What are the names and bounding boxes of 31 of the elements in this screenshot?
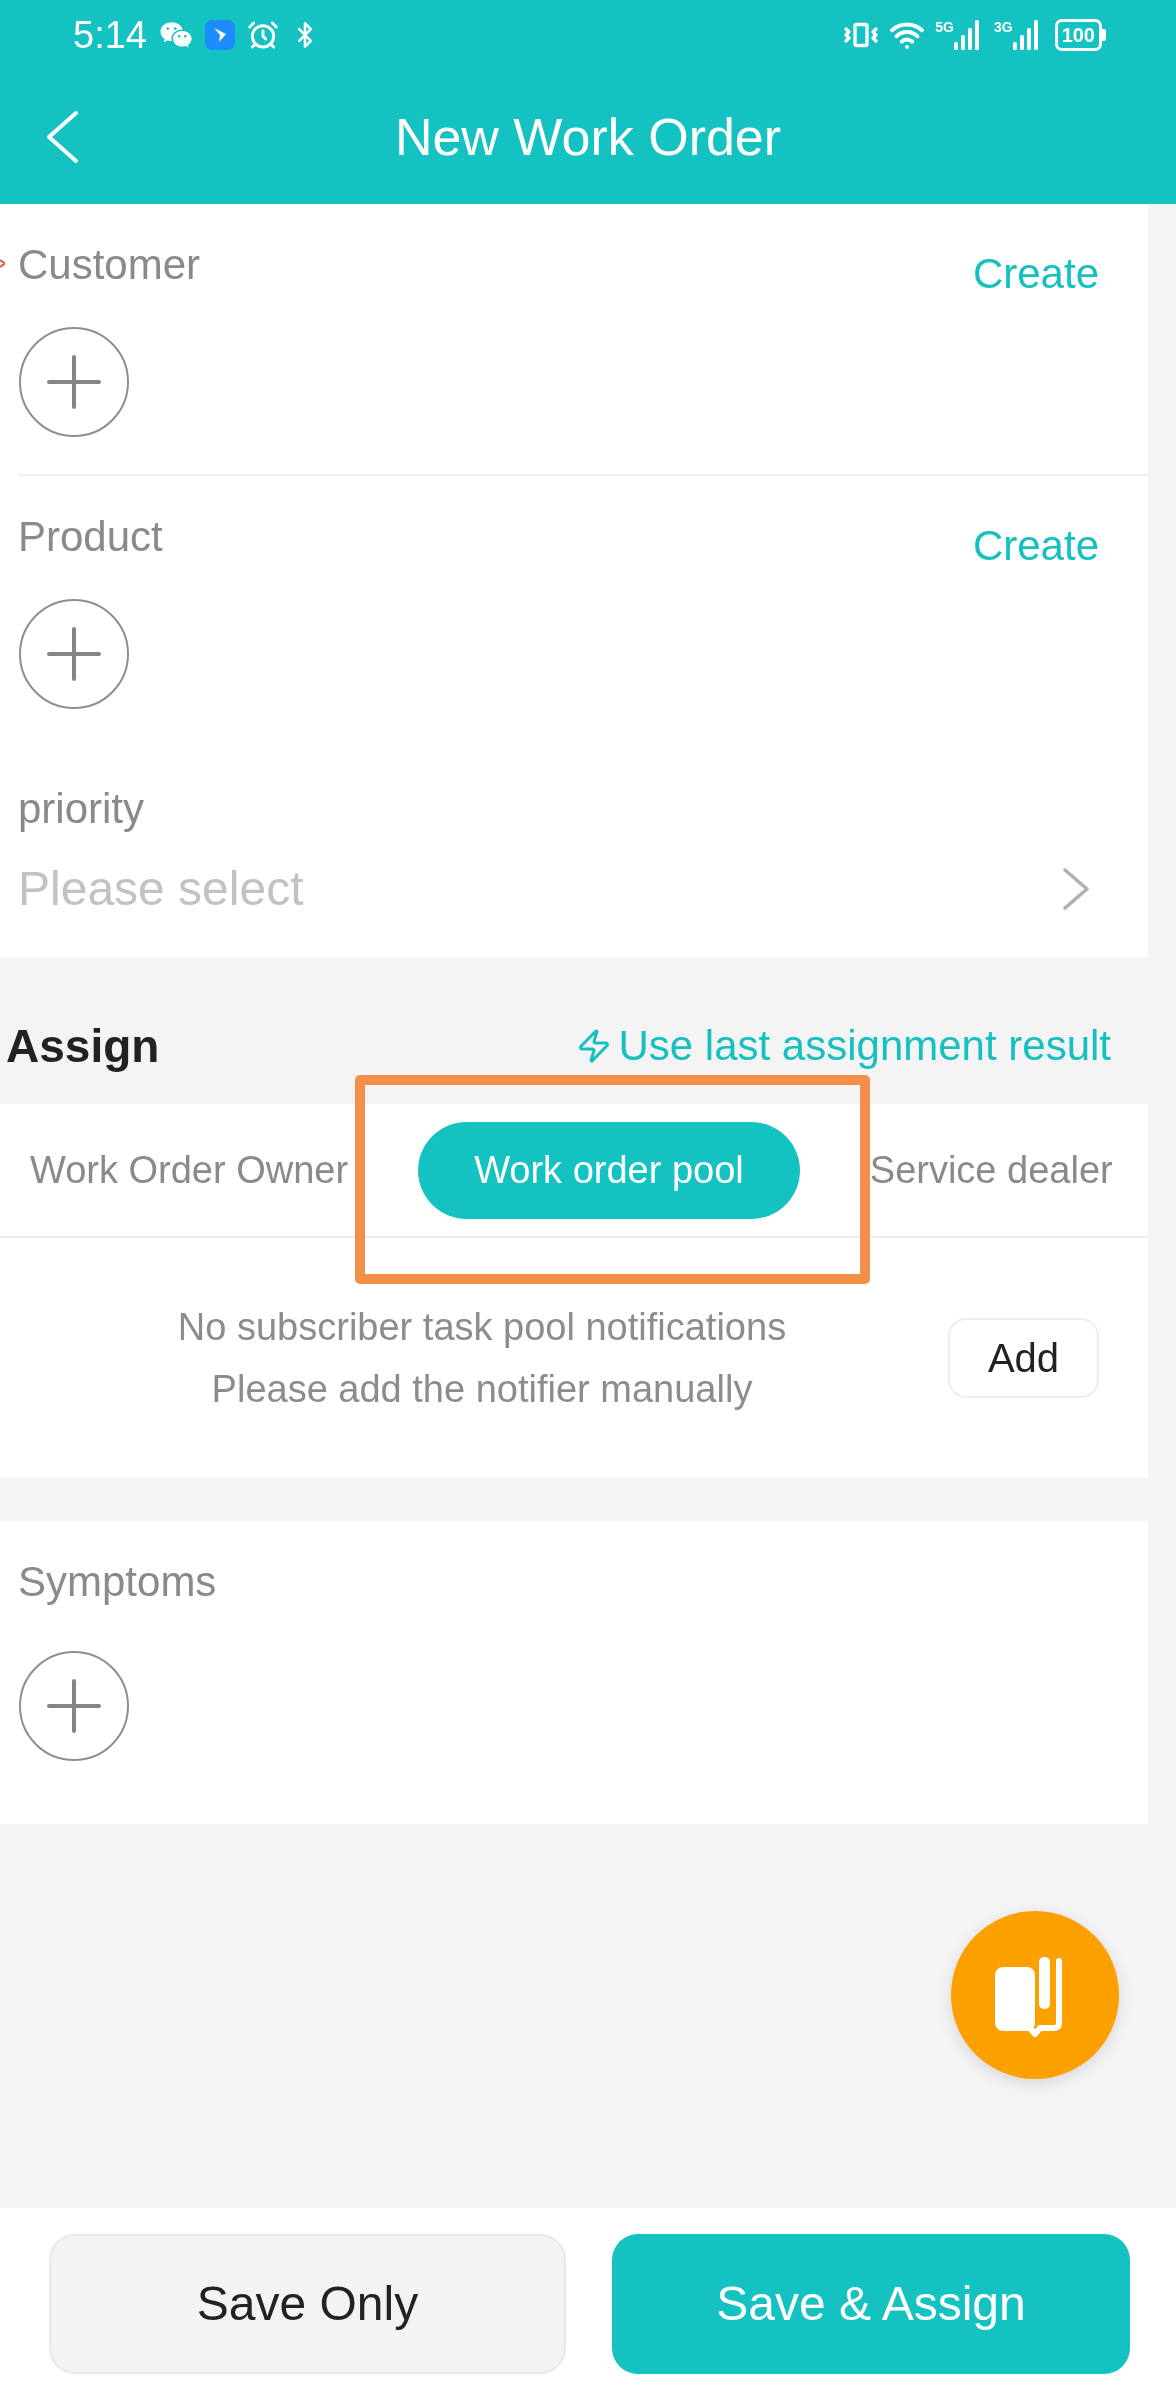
plus-icon [47, 355, 101, 409]
assign-tab[interactable]: Service dealer [869, 1121, 1113, 1219]
field-label: Product [18, 512, 163, 562]
plus-icon [47, 627, 101, 681]
network-type-label: 5G [935, 20, 954, 34]
save-only-button[interactable]: Save Only [49, 2234, 566, 2374]
back-button[interactable] [44, 110, 80, 164]
field-label: priority [17, 784, 146, 834]
create-link[interactable]: Create [972, 249, 1099, 299]
select-placeholder: Please select [18, 861, 304, 917]
page-title: New Work Order [394, 111, 782, 163]
chevron-right-icon [1061, 867, 1091, 911]
alarm-clock-icon [246, 19, 279, 51]
save-assign-button[interactable]: Save & Assign [612, 2234, 1130, 2374]
clock-time: 5:14 [73, 16, 147, 54]
back-chevron-icon [44, 110, 80, 164]
battery-indicator: 100 [1054, 19, 1106, 51]
empty-message: No subscriber task pool notifications [177, 1305, 787, 1350]
field-label: Symptoms [17, 1557, 218, 1607]
assign-tab[interactable]: Work Order Owner [30, 1121, 349, 1219]
add-button[interactable]: Add [948, 1318, 1099, 1398]
assign-tab[interactable]: Work order pool [418, 1121, 800, 1219]
field-label: Customer [18, 240, 201, 290]
signal-bars-icon [1012, 20, 1039, 50]
signal-bars-icon [953, 20, 980, 50]
network-type-label: 3G [993, 20, 1013, 34]
app-icon [204, 20, 235, 50]
empty-message: Please add the notifier manually [211, 1367, 753, 1412]
select-field[interactable]: Please select [0, 861, 1148, 917]
create-link[interactable]: Create [972, 521, 1099, 571]
plus-icon [47, 1679, 101, 1733]
